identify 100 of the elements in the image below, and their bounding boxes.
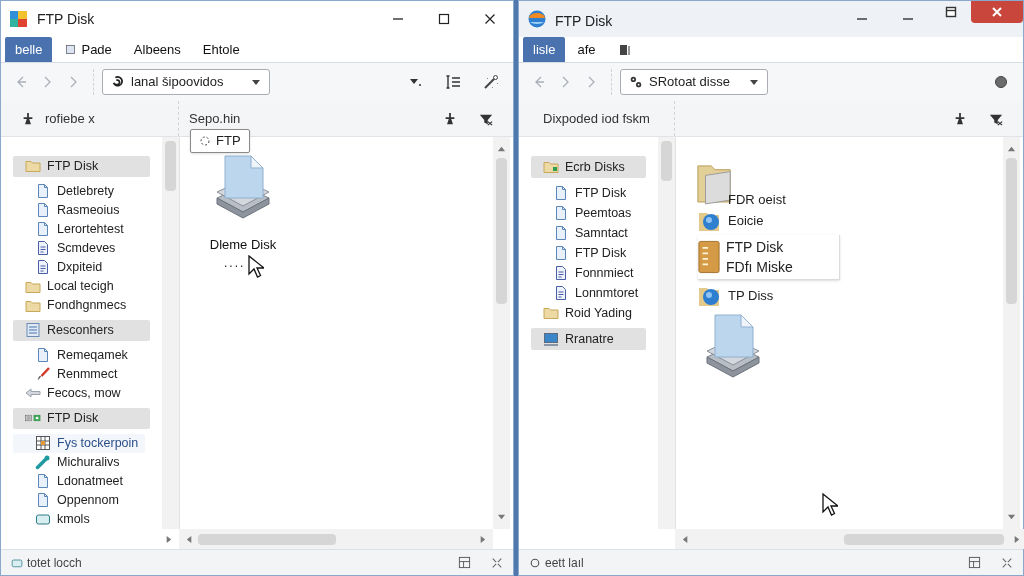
file-label: FDfı Miske (726, 258, 793, 277)
scrollbar-thumb[interactable] (844, 533, 1004, 545)
scrollbar-thumb[interactable] (198, 533, 336, 545)
scrollbar[interactable] (179, 529, 493, 549)
window-title: FTP Disk (37, 9, 96, 29)
file-label[interactable]: FDR oeist (728, 189, 786, 209)
tree-item[interactable]: Remeqamek (13, 345, 150, 365)
text-document-icon (553, 285, 569, 301)
minimize-icon (393, 18, 403, 20)
scroll-up-icon[interactable] (497, 145, 506, 154)
layout-icon[interactable] (458, 556, 471, 569)
file-item[interactable]: Eoicie (698, 209, 1003, 233)
pin-icon (21, 111, 35, 126)
document-icon (64, 43, 78, 56)
file-label[interactable]: Dleme Disk (209, 235, 277, 255)
scrollbar[interactable] (658, 137, 675, 529)
document-icon (553, 225, 569, 241)
scrollbar-thumb[interactable] (496, 158, 507, 304)
tree-item[interactable]: Local tecigh (13, 277, 150, 296)
tree-item[interactable]: FTP Disk (531, 183, 646, 203)
tree-item[interactable]: Fonnmiect (531, 263, 646, 283)
wrench-icon (35, 454, 51, 471)
tree-item[interactable]: Ecrb Disks (531, 156, 646, 178)
tree-item[interactable]: Roid Yading (531, 303, 646, 323)
scroll-down-icon[interactable] (1007, 512, 1016, 521)
tree-item[interactable]: Renmmect (13, 364, 150, 384)
restore-icon (943, 4, 959, 20)
scroll-right-icon[interactable] (164, 534, 173, 544)
tree-item[interactable]: Rranatre (531, 328, 646, 350)
back-icon[interactable] (533, 76, 545, 88)
document-icon (35, 183, 51, 200)
scrollbar[interactable] (1003, 137, 1020, 529)
ellipsis-text: .... (224, 256, 246, 269)
layout-icon[interactable] (968, 556, 981, 569)
document-icon (35, 473, 51, 490)
file-label: FTP Disk (726, 238, 785, 257)
scroll-left-icon[interactable] (185, 534, 194, 544)
tree-item[interactable]: FTP Disk (531, 243, 646, 263)
scroll-down-icon[interactable] (497, 512, 506, 521)
scrollbar[interactable] (493, 137, 510, 529)
tree-item[interactable]: Scmdeves (13, 238, 150, 258)
tree-item[interactable]: Michuralivs (13, 452, 150, 472)
scroll-left-icon[interactable] (681, 534, 690, 544)
resize-icon[interactable] (1001, 556, 1013, 569)
tree-item[interactable]: Resconhers (13, 320, 150, 341)
gears-icon (629, 75, 643, 89)
scrollbar-thumb[interactable] (1006, 158, 1017, 304)
drive-icon (35, 511, 51, 528)
tree-item[interactable]: Lonnmtoret (531, 283, 646, 303)
tree-item[interactable]: Samntact (531, 223, 646, 243)
scroll-up-icon[interactable] (1007, 145, 1016, 154)
tree-item[interactable]: Oppennom (13, 490, 150, 510)
back-icon[interactable] (15, 76, 27, 88)
tab[interactable]: belle (5, 37, 53, 62)
tab[interactable]: afe (567, 37, 606, 62)
tree-item[interactable]: Peemtoas (531, 203, 646, 223)
tree-item[interactable]: kmols (13, 510, 150, 529)
scrollbar[interactable] (162, 137, 179, 529)
tab[interactable]: Albeens (123, 37, 191, 62)
tree-item[interactable]: Ldonatmeet (13, 471, 150, 491)
caret-icon (749, 77, 759, 87)
tree-item[interactable]: Fys tockerpoin (13, 433, 145, 453)
scroll-right-icon[interactable] (478, 534, 487, 544)
address-dropdown[interactable]: lanal šipoovidos (102, 69, 270, 95)
tree-item[interactable]: FTP Disk (13, 408, 150, 429)
brush-icon (35, 366, 51, 383)
monitor-icon (543, 331, 559, 347)
scrollbar-thumb[interactable] (661, 141, 672, 181)
scroll-right-icon[interactable] (1012, 534, 1021, 544)
tooltip: FTP (190, 129, 250, 153)
tree-item[interactable]: Fecocs, mow (13, 384, 150, 403)
folder-icon (543, 305, 559, 321)
tree-item[interactable]: Lerortehtest (13, 219, 150, 239)
pin-icon (953, 111, 967, 126)
address-dropdown[interactable]: SRotoat disse (620, 69, 768, 95)
close-button[interactable] (971, 1, 1023, 23)
file-group[interactable]: FTP Disk FDfı Miske (698, 235, 840, 280)
tools-icon[interactable] (483, 74, 499, 90)
file-item[interactable]: TP Diss (698, 284, 1003, 308)
scrollbar[interactable] (675, 529, 1024, 549)
tree-item[interactable]: Dxpiteid (13, 258, 150, 277)
swirl-icon (111, 75, 125, 89)
pane-title: Sepo.hin (189, 109, 241, 128)
dot-icon[interactable] (993, 74, 1009, 90)
tree-item[interactable]: Fondhgnmecs (13, 296, 150, 316)
drive-icon (11, 556, 23, 569)
text-document-icon (35, 259, 51, 276)
folder-icon (25, 158, 41, 175)
tree-item[interactable]: Rasmeoius (13, 200, 150, 220)
list-view-icon[interactable] (445, 74, 461, 90)
app-logo-icon (9, 9, 29, 29)
resize-icon[interactable] (491, 556, 503, 569)
scrollbar-thumb[interactable] (165, 141, 176, 191)
tree-item[interactable]: FTP Disk (13, 156, 150, 177)
circle-icon (529, 556, 541, 569)
tab[interactable]: lisle (523, 37, 566, 62)
tree-item[interactable]: Detlebrety (13, 181, 150, 201)
tab[interactable]: Pade (54, 37, 122, 62)
tab[interactable]: Ehtole (192, 37, 250, 62)
pane-title: Dixpoded iod fskm (542, 109, 650, 128)
